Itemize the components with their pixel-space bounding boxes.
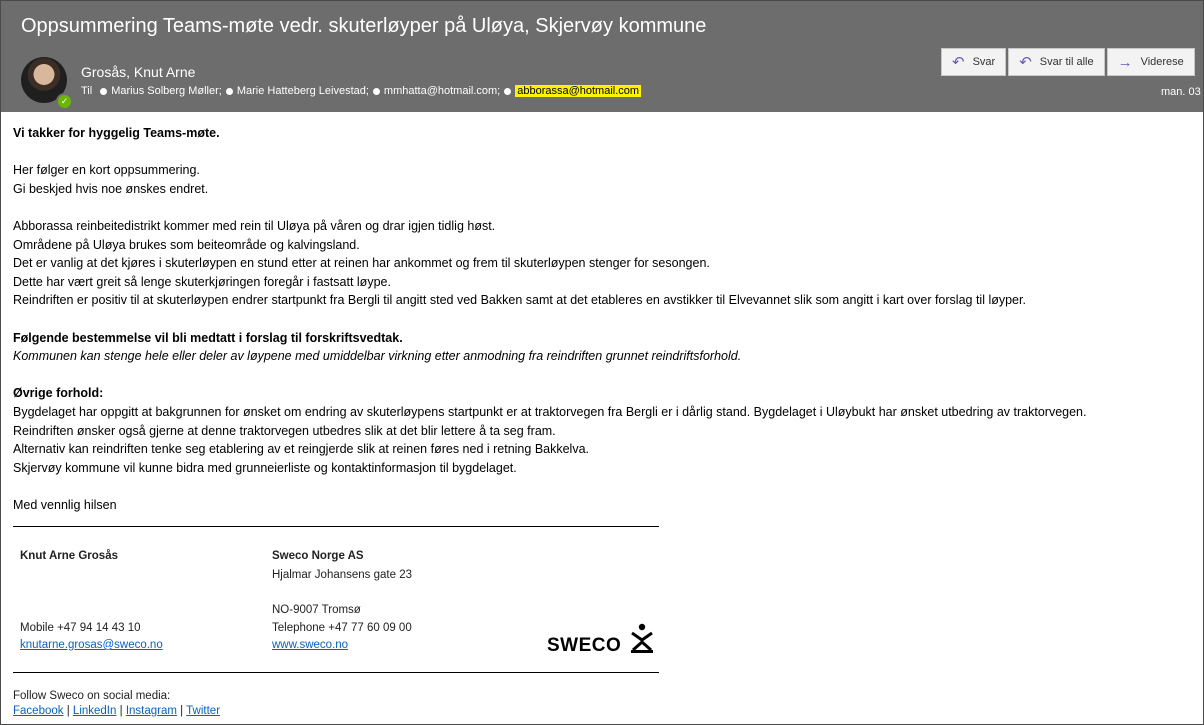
sent-date: man. 03	[1161, 86, 1201, 98]
linkedin-link[interactable]: LinkedIn	[73, 705, 116, 717]
greeting: Vi takker for hyggelig Teams-møte.	[13, 126, 220, 140]
separator: |	[180, 705, 184, 717]
body-line: Det er vanlig at det kjøres i skuterløyp…	[13, 256, 710, 271]
email-subject: Oppsummering Teams-møte vedr. skuterløyp…	[21, 15, 707, 37]
signature-email-row: knutarne.grosas@sweco.no	[20, 639, 163, 651]
separator: |	[66, 705, 70, 717]
signature-address2: NO-9007 Tromsø	[272, 604, 361, 616]
forward-button[interactable]: → Viderese	[1106, 48, 1195, 76]
sender-name[interactable]: Grosås, Knut Arne	[81, 64, 195, 80]
social-links: Facebook | LinkedIn | Instagram | Twitte…	[13, 704, 220, 719]
body-line: Reindriften ønsker også gjerne at denne …	[13, 423, 556, 438]
presence-dot-icon	[504, 87, 512, 95]
closing: Med vennlig hilsen	[13, 497, 117, 512]
separator: |	[119, 705, 123, 717]
reply-button[interactable]: ↶ Svar	[941, 48, 1007, 76]
reply-all-icon: ↶	[1019, 54, 1032, 71]
signature-company: Sweco Norge AS	[272, 550, 364, 562]
body-line: Bygdelaget har oppgitt at bakgrunnen for…	[13, 404, 1087, 419]
sweco-logo: SWECO	[547, 623, 655, 657]
reply-all-label: Svar til alle	[1039, 56, 1094, 68]
email-reading-pane: Oppsummering Teams-møte vedr. skuterløyp…	[0, 0, 1204, 725]
presence-dot-icon	[225, 87, 233, 95]
signature-web-row: www.sweco.no	[272, 639, 348, 651]
reply-all-button[interactable]: ↶ Svar til alle	[1008, 48, 1105, 76]
signature-email-link[interactable]: knutarne.grosas@sweco.no	[20, 639, 163, 651]
body-line: Gi beskjed hvis noe ønskes endret.	[13, 181, 209, 196]
presence-dot-icon	[372, 87, 380, 95]
recipient[interactable]: Marius Solberg Møller;	[111, 85, 222, 97]
recipient[interactable]: mmhatta@hotmail.com;	[384, 85, 500, 97]
provision-text: Kommunen kan stenge hele eller deler av …	[13, 349, 742, 364]
recipient[interactable]: Marie Hatteberg Leivestad;	[237, 85, 369, 97]
forward-label: Viderese	[1140, 56, 1184, 68]
sweco-logo-text: SWECO	[547, 635, 622, 656]
signature-web-link[interactable]: www.sweco.no	[272, 639, 348, 651]
recipients-line: Til Marius Solberg Møller; Marie Hattebe…	[81, 85, 645, 97]
provision-heading: Følgende bestemmelse vil bli medtatt i f…	[13, 330, 403, 345]
presence-dot-icon	[100, 87, 108, 95]
signature-mobile: Mobile +47 94 14 43 10	[20, 622, 141, 634]
signature-address1: Hjalmar Johansens gate 23	[272, 569, 412, 581]
sweco-mark-icon	[631, 623, 654, 653]
other-heading: Øvrige forhold:	[13, 386, 104, 401]
signature-divider	[13, 526, 659, 527]
facebook-link[interactable]: Facebook	[13, 705, 64, 717]
body-line: Områdene på Uløya brukes som beiteområde…	[13, 237, 360, 252]
recipient-highlighted[interactable]: abborassa@hotmail.com	[515, 85, 642, 97]
response-toolbar: ↶ Svar ↶ Svar til alle → Viderese	[941, 48, 1197, 76]
reply-icon: ↶	[952, 54, 965, 71]
signature-divider-bottom	[13, 672, 659, 673]
to-label: Til	[81, 85, 93, 97]
body-line: Skjervøy kommune vil kunne bidra med gru…	[13, 460, 517, 475]
signature-telephone: Telephone +47 77 60 09 00	[272, 622, 412, 634]
body-line: Her følger en kort oppsummering.	[13, 163, 200, 178]
reply-label: Svar	[972, 56, 996, 68]
body-line: Abborassa reinbeitedistrikt kommer med r…	[13, 218, 496, 233]
message-body: Vi takker for hyggelig Teams-møte. Her f…	[13, 124, 1087, 514]
body-line: Alternativ kan reindriften tenke seg eta…	[13, 442, 590, 457]
instagram-link[interactable]: Instagram	[126, 705, 177, 717]
signature-name: Knut Arne Grosås	[20, 550, 118, 562]
social-label: Follow Sweco on social media:	[13, 690, 171, 702]
social-media-section: Follow Sweco on social media: Facebook |…	[13, 689, 220, 719]
presence-available-icon: ✓	[56, 93, 73, 110]
body-line: Reindriften er positiv til at skuterløyp…	[13, 293, 1026, 308]
twitter-link[interactable]: Twitter	[186, 705, 220, 717]
body-line: Dette har vært greit så lenge skuterkjør…	[13, 274, 391, 289]
message-header: Oppsummering Teams-møte vedr. skuterløyp…	[1, 1, 1203, 112]
forward-icon: →	[1117, 53, 1133, 71]
